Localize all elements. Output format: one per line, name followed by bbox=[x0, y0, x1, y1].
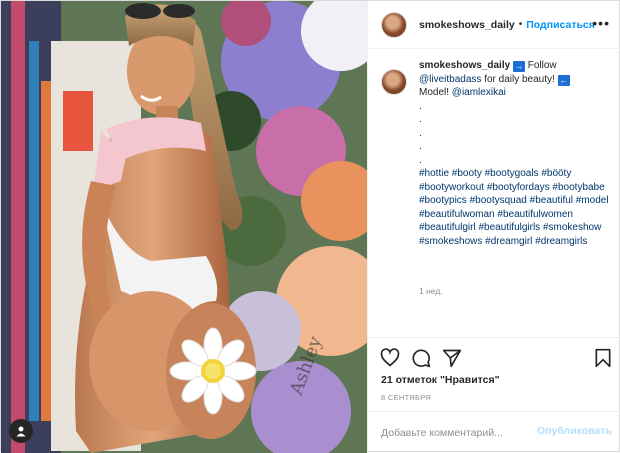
caption-spacer: . bbox=[419, 141, 422, 152]
post-header: smokeshows_daily • Подписаться ••• bbox=[368, 1, 620, 49]
comment-bar: Опубликовать bbox=[368, 411, 620, 453]
post-photo[interactable]: Ashley bbox=[1, 1, 367, 453]
follow-button[interactable]: Подписаться bbox=[526, 19, 595, 31]
caption: smokeshows_daily → Follow @liveitbadass … bbox=[368, 59, 620, 248]
caption-text: smokeshows_daily → Follow @liveitbadass … bbox=[419, 59, 612, 248]
caption-text-2: Model! bbox=[419, 87, 450, 98]
caption-spacer: . bbox=[419, 114, 422, 125]
post-sidebar: smokeshows_daily • Подписаться ••• smoke… bbox=[367, 1, 620, 453]
more-options-icon[interactable]: ••• bbox=[592, 16, 610, 30]
instagram-post: Ashley smokeshows_daily • Подписаться ••… bbox=[0, 0, 620, 453]
caption-spacer: . bbox=[419, 154, 422, 166]
heart-icon[interactable] bbox=[380, 348, 400, 368]
caption-follow-word: Follow bbox=[527, 60, 557, 71]
caption-spacer: . bbox=[419, 100, 422, 112]
tagged-users-button[interactable] bbox=[9, 419, 33, 443]
avatar[interactable] bbox=[381, 11, 407, 38]
mention-link[interactable]: @iamlexikai bbox=[452, 87, 506, 98]
action-bar bbox=[368, 337, 620, 377]
hashtag-list[interactable]: #hottie #booty #bootygoals #bööty #booty… bbox=[419, 167, 612, 248]
likes-count[interactable]: 21 отметок "Нравится" bbox=[381, 374, 500, 386]
bookmark-icon[interactable] bbox=[593, 348, 613, 368]
post-date: 8 СЕНТЯБРЯ bbox=[381, 393, 432, 402]
caption-avatar[interactable] bbox=[381, 69, 407, 95]
right-arrow-emoji-icon: → bbox=[512, 61, 525, 72]
person-icon bbox=[16, 426, 26, 437]
header-username[interactable]: smokeshows_daily bbox=[419, 19, 515, 31]
caption-username[interactable]: smokeshows_daily bbox=[419, 60, 510, 71]
caption-text-1: for daily beauty! bbox=[484, 73, 555, 85]
mention-link[interactable]: @liveitbadass bbox=[419, 74, 481, 85]
post-image: Ashley bbox=[1, 1, 367, 453]
publish-button[interactable]: Опубликовать bbox=[537, 425, 612, 437]
caption-spacer: . bbox=[419, 127, 422, 139]
comment-input[interactable] bbox=[381, 424, 541, 442]
share-icon[interactable] bbox=[442, 348, 462, 368]
left-arrow-emoji-icon: ← bbox=[557, 74, 570, 86]
time-ago: 1 нед. bbox=[419, 286, 443, 296]
separator-dot: • bbox=[518, 19, 523, 30]
comment-icon[interactable] bbox=[411, 348, 431, 368]
